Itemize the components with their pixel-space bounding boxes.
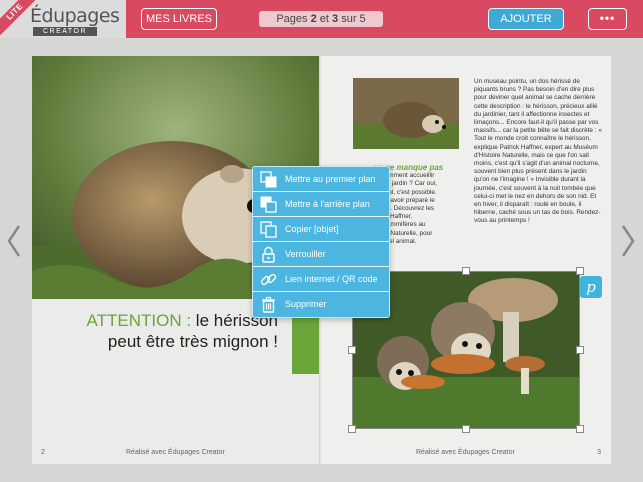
- menu-item-label: Mettre au premier plan: [285, 174, 376, 184]
- page-indicator[interactable]: Pages 2 et 3 sur 5: [259, 11, 383, 27]
- bring-to-front-icon: [260, 171, 277, 188]
- link-icon: [260, 273, 277, 286]
- menu-item-label: Mettre à l'arrière plan: [285, 199, 370, 209]
- top-toolbar: LITE Édupages CREATOR MES LIVRES Pages 2…: [0, 0, 643, 38]
- menu-item-label: Copier [objet]: [285, 224, 339, 234]
- left-page-number: 2: [41, 449, 45, 456]
- trash-icon: [262, 296, 275, 313]
- small-hedgehog-photo[interactable]: [353, 78, 459, 149]
- resize-handle[interactable]: [576, 267, 584, 275]
- menu-item-label: Lien internet / QR code: [285, 274, 378, 284]
- pages-and: et: [316, 13, 333, 25]
- more-button[interactable]: •••: [588, 8, 627, 30]
- resize-handle[interactable]: [576, 346, 584, 354]
- menu-item-label: Verrouiller: [285, 249, 326, 259]
- app-logo: LITE Édupages CREATOR: [0, 0, 126, 38]
- lock-icon: [262, 246, 275, 263]
- resize-handle[interactable]: [462, 425, 470, 433]
- left-page-footer: Réalisé avec Édupages Creator: [126, 449, 225, 456]
- right-column-text[interactable]: Un museau pointu, un dos hérissé de piqu…: [474, 78, 602, 226]
- add-button[interactable]: AJOUTER: [488, 8, 564, 30]
- menu-item-copy[interactable]: Copier [objet]: [253, 217, 389, 242]
- resize-handle[interactable]: [348, 425, 356, 433]
- menu-item-send-to-back[interactable]: Mettre à l'arrière plan: [253, 192, 389, 217]
- next-page-icon[interactable]: [620, 224, 636, 258]
- previous-page-icon[interactable]: [6, 224, 22, 258]
- send-to-back-icon: [260, 196, 277, 213]
- logo-subtitle: CREATOR: [33, 27, 97, 36]
- menu-item-bring-to-front[interactable]: Mettre au premier plan: [253, 167, 389, 192]
- menu-item-link-qr[interactable]: Lien internet / QR code: [253, 267, 389, 292]
- context-menu: Mettre au premier plan Mettre à l'arrièr…: [252, 166, 390, 318]
- green-accent-bar[interactable]: [292, 311, 321, 374]
- attention-word: ATTENTION :: [86, 311, 192, 330]
- pages-prefix: Pages: [276, 13, 311, 25]
- resize-handle[interactable]: [576, 425, 584, 433]
- copy-icon: [260, 221, 277, 238]
- my-books-button[interactable]: MES LIVRES: [141, 8, 217, 30]
- right-page-number: 3: [597, 449, 601, 456]
- right-page-footer: Réalisé avec Édupages Creator: [416, 449, 515, 456]
- resize-handle[interactable]: [462, 267, 470, 275]
- menu-item-delete[interactable]: Supprimer: [253, 292, 389, 317]
- resize-handle[interactable]: [348, 346, 356, 354]
- logo-text: Édupages: [30, 5, 120, 27]
- p-badge-icon[interactable]: p: [580, 276, 602, 298]
- pages-suffix: sur 5: [338, 13, 366, 25]
- menu-item-lock[interactable]: Verrouiller: [253, 242, 389, 267]
- attention-heading[interactable]: ATTENTION : le hérisson peut être très m…: [82, 310, 278, 352]
- menu-item-label: Supprimer: [285, 299, 327, 309]
